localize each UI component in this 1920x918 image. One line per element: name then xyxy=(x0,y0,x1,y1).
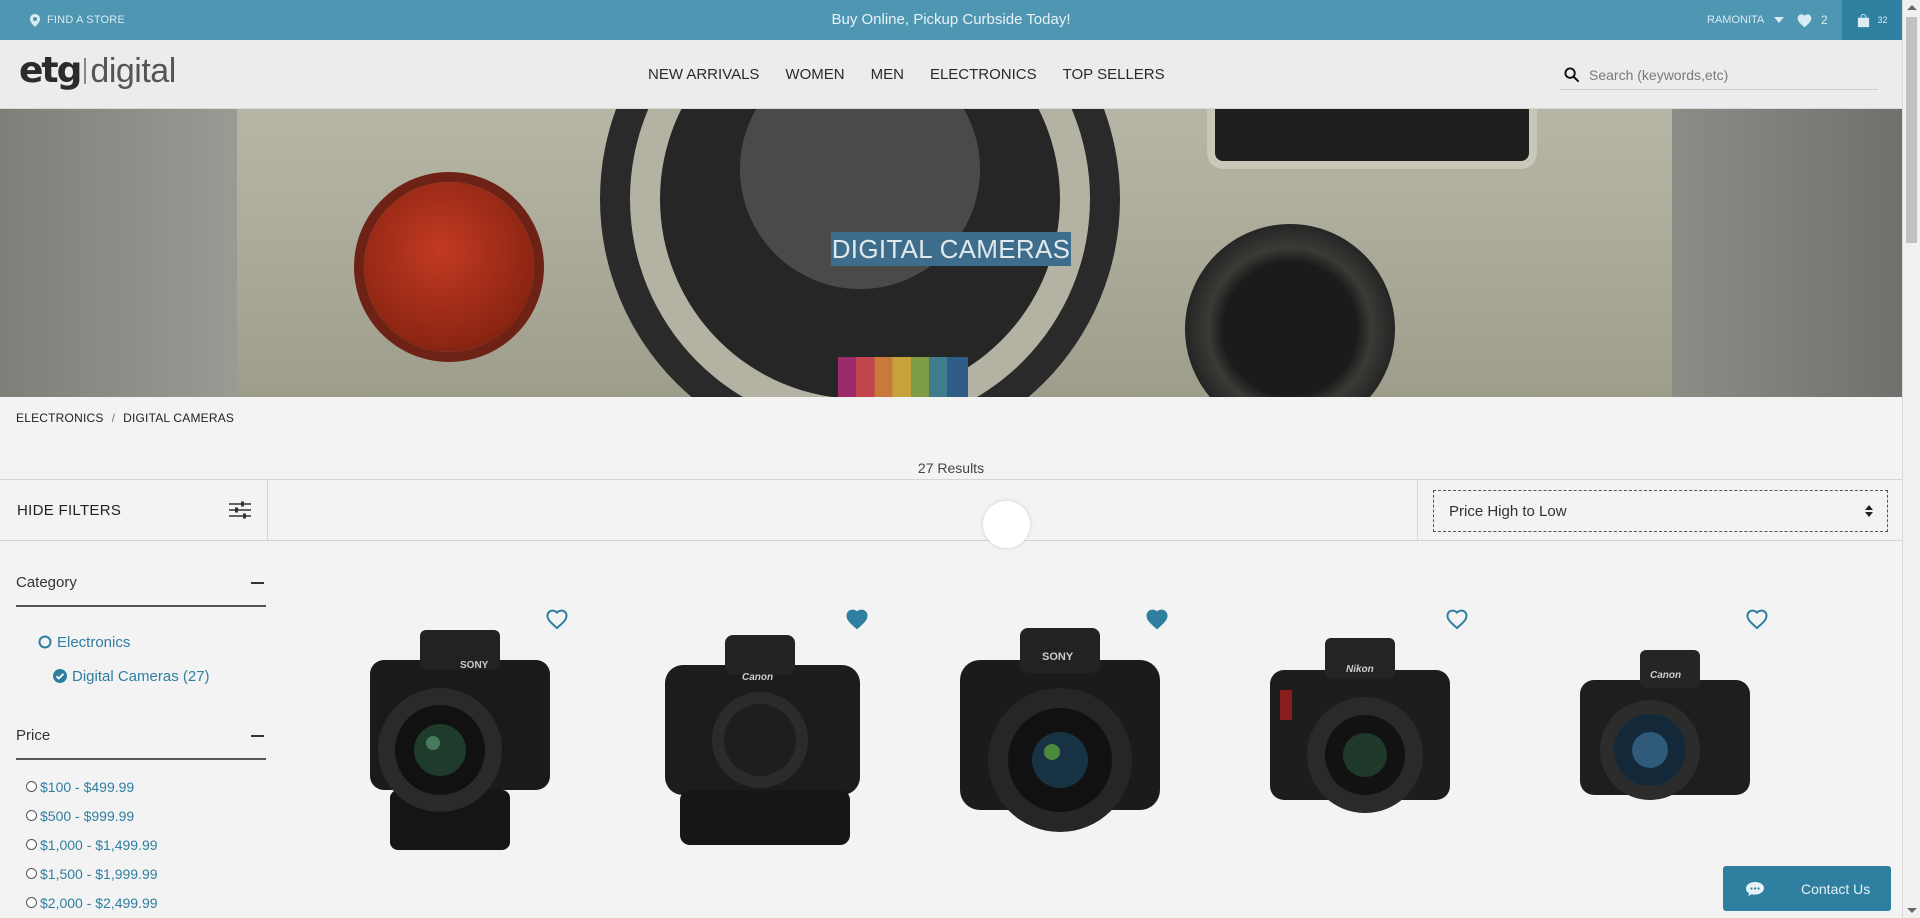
check-circle-icon xyxy=(53,669,67,683)
radio-unchecked-icon xyxy=(38,635,52,649)
filter-toolbar-middle xyxy=(268,480,1418,540)
search-bar xyxy=(1560,60,1878,90)
nav-women[interactable]: WOMEN xyxy=(785,66,844,83)
product-card[interactable]: Canon xyxy=(630,600,910,860)
category-label: Electronics xyxy=(57,633,131,651)
price-radio[interactable] xyxy=(26,839,37,850)
top-announcement-bar: FIND A STORE Buy Online, Pickup Curbside… xyxy=(0,0,1902,40)
category-filter-header[interactable]: Category xyxy=(16,560,266,607)
chevron-down-icon xyxy=(1774,17,1785,23)
breadcrumb-separator: / xyxy=(111,411,116,425)
wishlist-count: 2 xyxy=(1821,13,1828,27)
account-menu[interactable]: RAMONITA xyxy=(1707,0,1785,40)
price-radio[interactable] xyxy=(26,868,37,879)
product-image[interactable]: SONY xyxy=(350,620,570,860)
product-card[interactable]: Canon xyxy=(1530,600,1810,860)
contact-us-label: Contact Us xyxy=(1801,880,1871,897)
nav-men[interactable]: MEN xyxy=(871,66,904,83)
price-filter-header[interactable]: Price xyxy=(16,713,266,760)
site-header: etg digital NEW ARRIVALS WOMEN MEN ELECT… xyxy=(0,40,1902,109)
search-input[interactable] xyxy=(1589,66,1859,83)
site-logo[interactable]: etg digital xyxy=(19,50,176,91)
category-filter-title: Category xyxy=(16,574,77,591)
sort-select[interactable]: Price High to Low xyxy=(1433,490,1888,532)
chat-bubble-icon xyxy=(1746,881,1764,896)
hero-shutter-button xyxy=(364,182,534,352)
page-title: DIGITAL CAMERAS xyxy=(830,232,1072,266)
search-icon[interactable] xyxy=(1564,67,1579,82)
sort-selected-value: Price High to Low xyxy=(1449,502,1567,520)
breadcrumb-digital-cameras[interactable]: DIGITAL CAMERAS xyxy=(123,411,234,425)
hero-viewfinder xyxy=(1207,109,1537,169)
loading-spinner xyxy=(983,501,1030,548)
breadcrumb: ELECTRONICS / DIGITAL CAMERAS xyxy=(16,411,234,425)
heart-icon xyxy=(1797,13,1812,27)
nav-new-arrivals[interactable]: NEW ARRIVALS xyxy=(648,66,759,83)
collapse-icon xyxy=(251,581,264,584)
product-brand: Nikon xyxy=(1346,664,1374,675)
product-image[interactable]: Nikon xyxy=(1250,620,1470,860)
category-item-digital-cameras[interactable]: Digital Cameras (27) xyxy=(16,663,266,689)
collapse-icon xyxy=(251,734,264,737)
product-image[interactable]: Canon xyxy=(650,620,870,860)
logo-divider xyxy=(84,57,87,84)
product-card[interactable]: SONY xyxy=(930,600,1210,860)
hero-title-wrap: DIGITAL CAMERAS xyxy=(0,232,1902,266)
logo-sub-text: digital xyxy=(90,52,176,90)
product-card[interactable]: Nikon xyxy=(1230,600,1510,860)
page-scrollbar[interactable] xyxy=(1902,0,1920,918)
main-nav: NEW ARRIVALS WOMEN MEN ELECTRONICS TOP S… xyxy=(648,40,1165,109)
scrollbar-thumb[interactable] xyxy=(1906,17,1917,243)
category-hero-banner: DIGITAL CAMERAS xyxy=(0,109,1902,397)
hero-rainbow-stripe xyxy=(838,357,968,397)
scroll-up-arrow-icon[interactable] xyxy=(1907,5,1917,10)
promo-banner-text: Buy Online, Pickup Curbside Today! xyxy=(831,11,1071,28)
price-radio[interactable] xyxy=(26,781,37,792)
contact-us-button[interactable]: Contact Us xyxy=(1723,866,1891,911)
price-option[interactable]: $500 - $999.99 xyxy=(16,801,266,830)
hide-filters-button[interactable]: HIDE FILTERS xyxy=(0,480,268,540)
username-label: RAMONITA xyxy=(1707,14,1765,26)
price-radio[interactable] xyxy=(26,897,37,908)
product-brand: Canon xyxy=(1650,670,1681,681)
product-image[interactable]: SONY xyxy=(950,620,1170,860)
filter-sidebar: Category Electronics Digital Cameras (27… xyxy=(16,560,266,917)
category-label: Digital Cameras (27) xyxy=(72,667,210,685)
price-option-label: $1,000 - $1,499.99 xyxy=(40,836,158,853)
price-radio[interactable] xyxy=(26,810,37,821)
price-option-label: $100 - $499.99 xyxy=(40,778,135,795)
shopping-bag-icon xyxy=(1858,13,1870,27)
cart-count: 32 xyxy=(1877,15,1888,25)
product-brand: Canon xyxy=(742,672,773,683)
scroll-down-arrow-icon[interactable] xyxy=(1907,908,1917,913)
select-arrows-icon xyxy=(1865,505,1873,517)
price-option[interactable]: $2,000 - $2,499.99 xyxy=(16,888,266,917)
price-option-label: $500 - $999.99 xyxy=(40,807,135,824)
logo-main-text: etg xyxy=(19,50,82,91)
results-count: 27 Results xyxy=(917,460,985,476)
wishlist-link[interactable]: 2 xyxy=(1796,0,1828,40)
product-brand: SONY xyxy=(460,660,489,671)
price-option[interactable]: $100 - $499.99 xyxy=(16,772,266,801)
price-option-label: $1,500 - $1,999.99 xyxy=(40,865,158,882)
breadcrumb-electronics[interactable]: ELECTRONICS xyxy=(16,411,104,425)
price-option[interactable]: $1,500 - $1,999.99 xyxy=(16,859,266,888)
product-brand: SONY xyxy=(1042,651,1074,663)
product-card[interactable]: SONY xyxy=(330,600,610,860)
price-option-label: $2,000 - $2,499.99 xyxy=(40,894,158,911)
nav-electronics[interactable]: ELECTRONICS xyxy=(930,66,1037,83)
price-option[interactable]: $1,000 - $1,499.99 xyxy=(16,830,266,859)
category-item-electronics[interactable]: Electronics xyxy=(16,629,266,655)
nav-top-sellers[interactable]: TOP SELLERS xyxy=(1063,66,1165,83)
filter-toolbar: HIDE FILTERS Price High to Low xyxy=(0,479,1902,541)
price-filter-title: Price xyxy=(16,727,51,744)
product-image[interactable]: Canon xyxy=(1550,620,1770,860)
hide-filters-label: HIDE FILTERS xyxy=(17,501,122,519)
sliders-icon xyxy=(229,501,251,519)
cart-button[interactable]: 32 xyxy=(1842,0,1902,40)
